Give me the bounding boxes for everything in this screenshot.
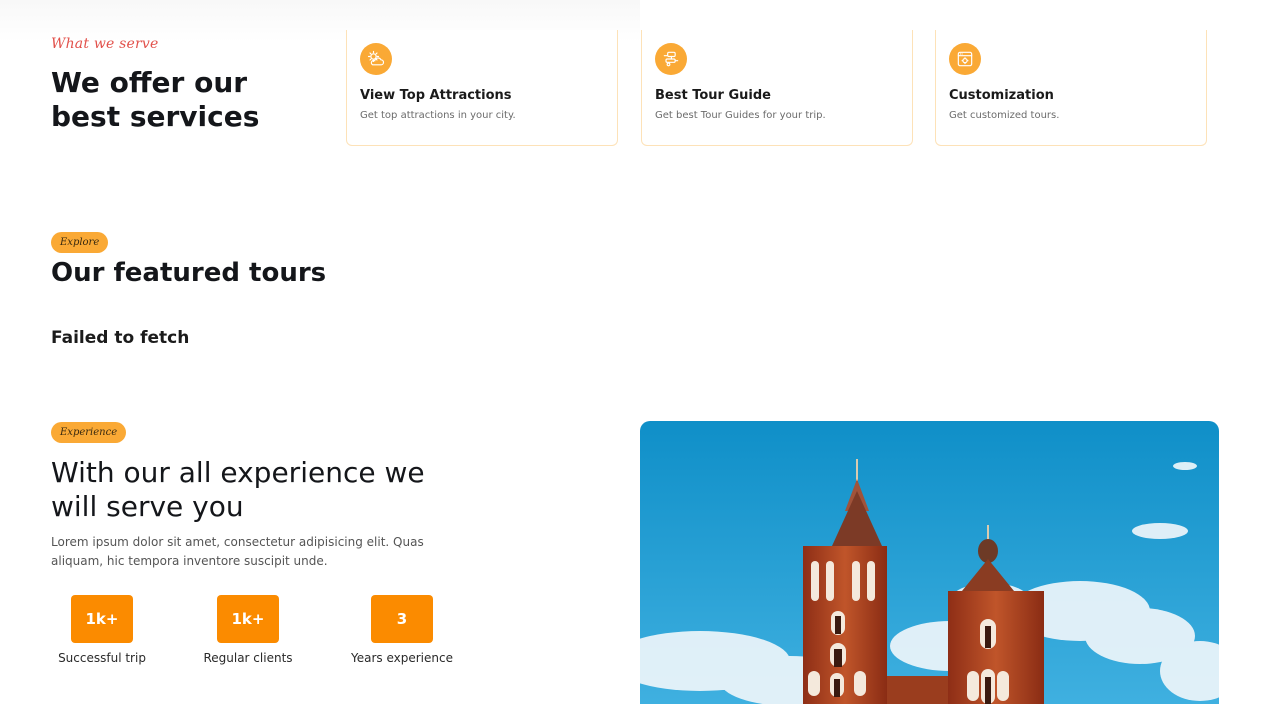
featured-title: Our featured tours: [51, 258, 327, 288]
experience-description: Lorem ipsum dolor sit amet, consectetur …: [51, 535, 424, 568]
stat-regular-clients: 1k+ Regular clients: [196, 595, 300, 665]
stat-label: Successful trip: [58, 651, 146, 665]
service-card-customization[interactable]: Customization Get customized tours.: [935, 30, 1207, 146]
service-card-desc: Get best Tour Guides for your trip.: [655, 110, 826, 121]
service-card-desc: Get customized tours.: [949, 110, 1060, 121]
stat-label: Regular clients: [203, 651, 293, 665]
explore-badge: Explore: [51, 232, 109, 253]
service-card-attractions[interactable]: View Top Attractions Get top attractions…: [346, 30, 618, 146]
service-card-desc: Get top attractions in your city.: [360, 110, 516, 121]
customize-icon: [949, 43, 981, 75]
stat-label: Years experience: [351, 651, 453, 665]
experience-title: With our all experience we will serve yo…: [51, 456, 425, 523]
stat-value: 1k+: [71, 595, 133, 643]
service-card-title: View Top Attractions: [360, 88, 512, 103]
fetch-error-message: Failed to fetch: [51, 328, 190, 348]
services-subtitle: What we serve: [51, 36, 159, 52]
service-card-tour-guide[interactable]: Best Tour Guide Get best Tour Guides for…: [641, 30, 913, 146]
guide-icon: [655, 43, 687, 75]
stat-years-experience: 3 Years experience: [342, 595, 462, 665]
service-card-title: Customization: [949, 88, 1054, 103]
service-card-title: Best Tour Guide: [655, 88, 771, 103]
experience-badge: Experience: [51, 422, 127, 443]
stat-value: 3: [371, 595, 433, 643]
services-title: We offer our best services: [51, 66, 260, 133]
weather-icon: [360, 43, 392, 75]
stat-value: 1k+: [217, 595, 279, 643]
stat-successful-trip: 1k+ Successful trip: [51, 595, 153, 665]
church-photo: [640, 421, 1219, 704]
